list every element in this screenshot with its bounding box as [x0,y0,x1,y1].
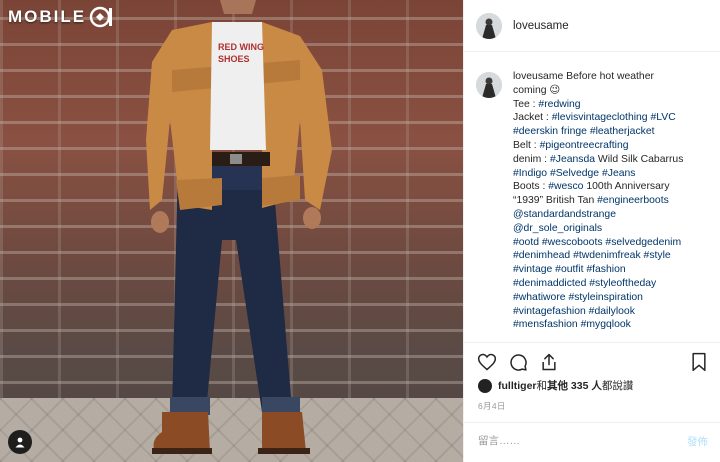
caption-line: #denimaddicted #styleoftheday [513,277,711,291]
caption-line: #denimhead #twdenimfreak #style [513,249,711,263]
heart-icon [477,353,497,371]
caption-line: #vintage #outfit #fashion [513,263,711,277]
comment-button[interactable] [507,351,529,373]
caption-line: #mensfashion #mygqlook [513,318,711,332]
caption-line: Tee : #redwing [513,98,711,112]
hashtag-link[interactable]: #denimaddicted #styleoftheday [513,278,656,289]
hashtag-link[interactable]: #ootd #wescoboots #selvedgedenim [513,237,681,248]
mobile01-logo-icon [89,6,113,28]
tagged-user-button[interactable] [8,430,32,454]
caption-text-segment: Boots : [513,181,549,193]
hashtag-link[interactable]: #deerskin fringe #leatherjacket [513,126,655,137]
caption-first-text: Before hot weather [566,71,654,82]
action-bar [476,350,710,374]
comment-bar: 發佈 [478,428,708,454]
divider [464,342,720,343]
hashtag-link[interactable]: #denimhead #twdenimfreak #style [513,250,671,261]
avatar-image [476,72,502,98]
hashtag-link[interactable]: #Jeansda [550,154,595,165]
hashtag-link[interactable]: #vintage #outfit #fashion [513,264,626,275]
hashtag-link[interactable]: #engineerboots [597,195,669,206]
avatar[interactable] [476,12,502,39]
post-photo[interactable]: RED WING SHOES MOBILE [0,0,463,462]
svg-text:RED WING: RED WING [218,42,264,52]
divider [464,422,720,423]
caption-line: #whatiwore #styleinspiration [513,291,711,305]
caption-line: #ootd #wescoboots #selvedgedenim [513,236,711,250]
caption-comment: loveusame Before hot weather coming 😉 Tee… [476,70,712,332]
caption-line: “1939” British Tan #engineerboots [513,194,711,208]
caption-line: @standardandstrange [513,208,711,222]
person-icon [15,437,25,448]
hashtag-link[interactable]: #Indigo #Selvedge #Jeans [513,168,635,179]
caption-avatar[interactable] [476,72,502,98]
caption-line: denim : #Jeansda Wild Silk Cabarrus [513,153,711,167]
post-comment-button[interactable]: 發佈 [687,434,708,449]
man-figure: RED WING SHOES [146,0,332,454]
caption-first-line: loveusame Before hot weather [513,70,711,84]
avatar-image [476,12,502,39]
hashtag-link[interactable]: #vintagefashion #dailylook [513,306,635,317]
caption-text-segment: 100th Anniversary [583,181,670,193]
caption-line: coming 😉 [513,84,711,98]
caption-text-segment: “1939” British Tan [513,195,598,207]
liker-username[interactable]: fulltiger [498,380,537,392]
like-button[interactable] [476,351,498,373]
hashtag-link[interactable]: #whatiwore #styleinspiration [513,292,643,303]
comment-input[interactable] [478,435,687,447]
comment-icon [510,354,527,371]
hashtag-link[interactable]: @dr_sole_originals [513,223,602,234]
caption-line: #deerskin fringe #leatherjacket [513,125,711,139]
watermark-text: MOBILE [8,7,87,26]
bookmark-icon [692,352,706,372]
caption-text-segment: Wild Silk Cabarrus [595,153,684,165]
hashtag-link[interactable]: #mensfashion #mygqlook [513,319,631,330]
post-details-panel: loveusame loveusame Before hot weather c… [463,0,720,462]
caption-text-segment: denim : [513,153,550,165]
share-button[interactable] [538,351,560,373]
caption-line: #Indigo #Selvedge #Jeans [513,167,711,181]
svg-text:SHOES: SHOES [218,54,250,64]
caption-line: Jacket : #levisvintageclothing #LVC [513,111,711,125]
caption-text-segment: Tee : [513,98,539,110]
save-button[interactable] [688,351,710,373]
mobile01-watermark: MOBILE [8,6,113,28]
likes-suffix: 都說讚 [601,380,634,392]
caption-lines: coming 😉 Tee : #redwing Jacket : #levisvin… [513,84,711,332]
liker-avatar[interactable] [478,378,492,393]
caption-line: Boots : #wesco 100th Anniversary [513,180,711,194]
caption-text: loveusame Before hot weather coming 😉 Tee… [513,70,711,332]
caption-line: @dr_sole_originals [513,222,711,236]
likes-middle: 和 [536,380,548,392]
hashtag-link[interactable]: #wesco [548,181,583,192]
post-header: loveusame [464,0,720,52]
caption-line: #vintagefashion #dailylook [513,305,711,319]
caption-text-segment: Jacket : [513,112,552,124]
likes-others[interactable]: 其他 335 人 [547,378,602,393]
caption-username[interactable]: loveusame [513,71,563,82]
hashtag-link[interactable]: #levisvintageclothing #LVC [552,112,676,123]
caption-text-segment: Belt : [513,139,540,151]
hashtag-link[interactable]: #redwing [538,99,580,110]
hashtag-link[interactable]: #pigeontreecrafting [540,140,629,151]
likes-summary: fulltiger 和 其他 335 人 都說讚 [478,378,633,393]
header-username[interactable]: loveusame [513,20,569,32]
post-date[interactable]: 6月4日 [478,400,506,412]
caption-text-segment: coming 😉 [513,84,561,96]
hashtag-link[interactable]: @standardandstrange [513,209,616,220]
caption-line: Belt : #pigeontreecrafting [513,139,711,153]
share-icon [542,353,556,371]
instagram-post: RED WING SHOES MOBILE loveusame loveusam… [0,0,720,462]
